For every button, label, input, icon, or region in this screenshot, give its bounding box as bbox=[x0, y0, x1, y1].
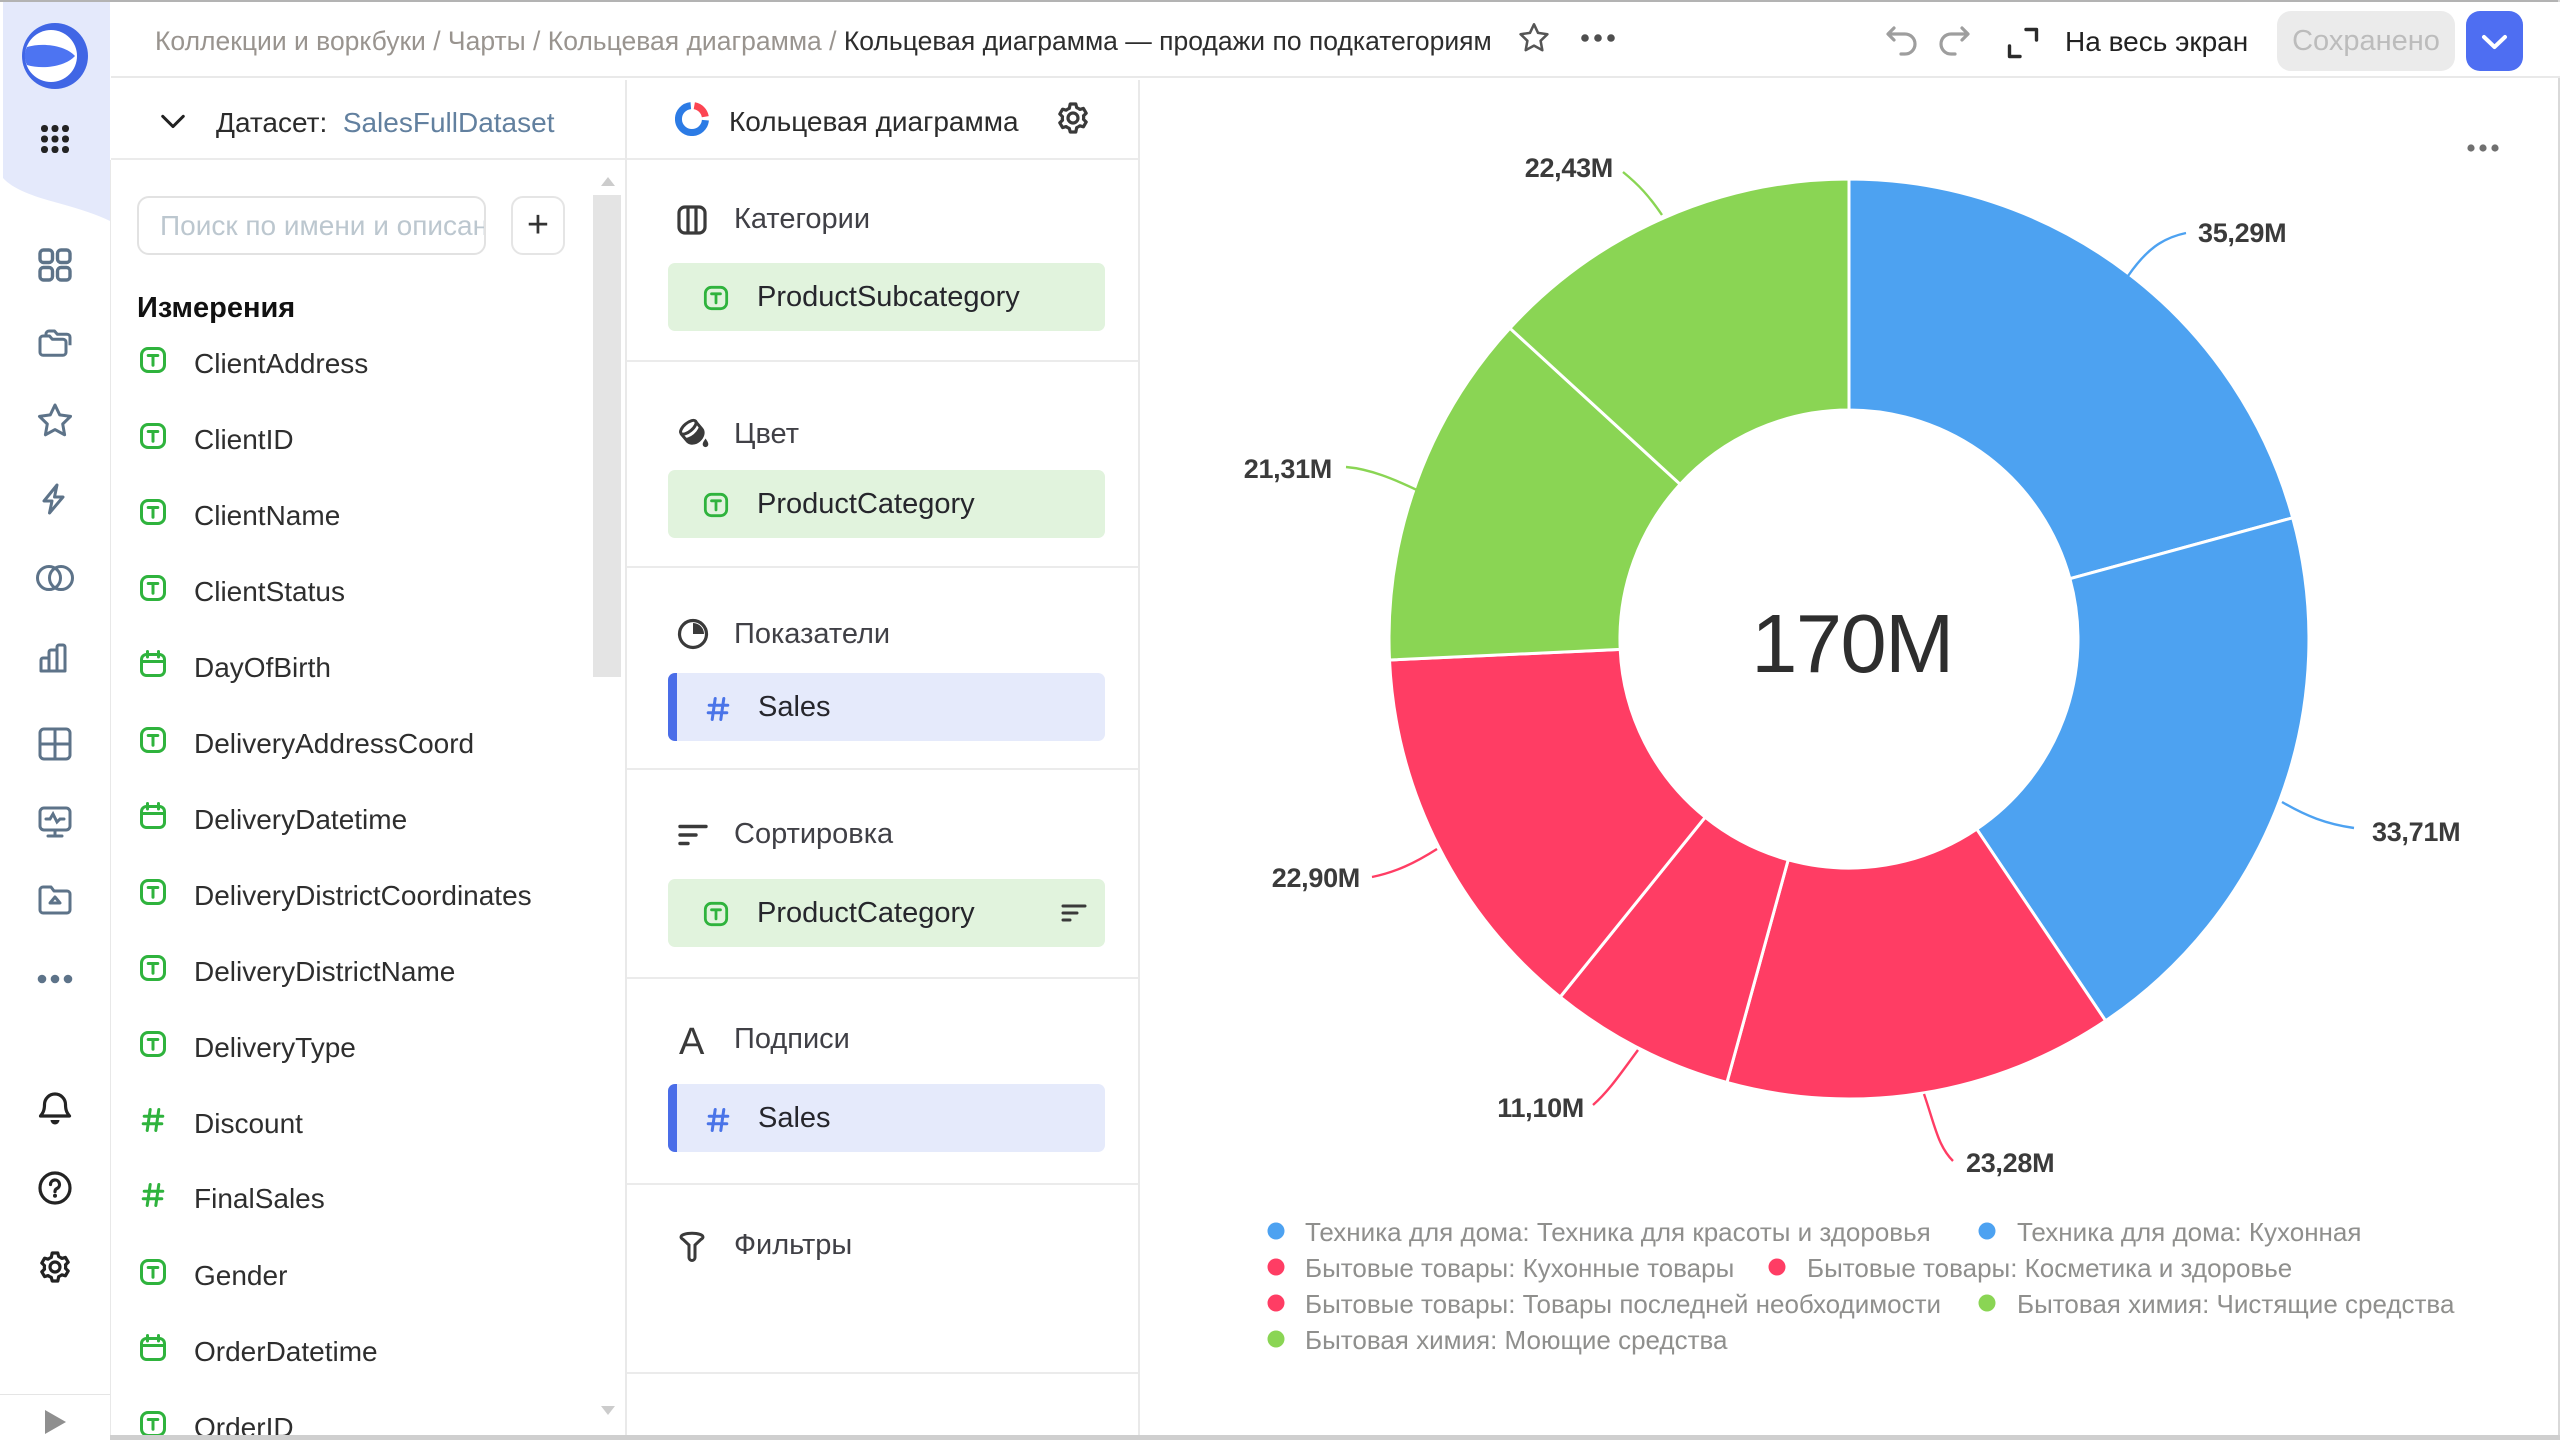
svg-text:170M: 170M bbox=[1751, 597, 1953, 690]
svg-text:Бытовые товары: Косметика и зд: Бытовые товары: Косметика и здоровье bbox=[1807, 1253, 2292, 1283]
svg-text:Бытовые товары: Кухонные товар: Бытовые товары: Кухонные товары bbox=[1305, 1253, 1734, 1283]
svg-text:Бытовая химия: Чистящие средст: Бытовая химия: Чистящие средства bbox=[2017, 1289, 2455, 1319]
svg-text:33,71M: 33,71M bbox=[2372, 817, 2460, 847]
svg-text:Техника для дома: Кухонная: Техника для дома: Кухонная bbox=[2017, 1217, 2361, 1247]
svg-text:Бытовые товары: Товары последн: Бытовые товары: Товары последней необход… bbox=[1305, 1289, 1941, 1319]
svg-text:Бытовая химия: Моющие средства: Бытовая химия: Моющие средства bbox=[1305, 1325, 1728, 1355]
svg-text:22,90M: 22,90M bbox=[1272, 863, 1360, 893]
svg-text:22,43M: 22,43M bbox=[1525, 153, 1613, 183]
svg-text:35,29M: 35,29M bbox=[2198, 218, 2286, 248]
svg-text:11,10M: 11,10M bbox=[1497, 1093, 1584, 1123]
svg-text:21,31M: 21,31M bbox=[1244, 454, 1332, 484]
svg-text:23,28M: 23,28M bbox=[1966, 1148, 2054, 1178]
svg-text:Техника для дома: Техника для: Техника для дома: Техника для красоты и … bbox=[1305, 1217, 1931, 1247]
